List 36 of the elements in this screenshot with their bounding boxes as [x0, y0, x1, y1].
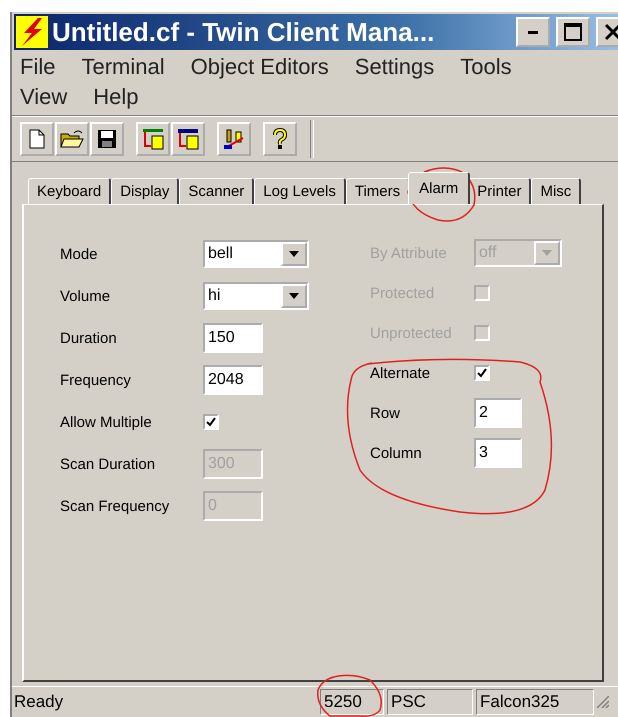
- input-field[interactable]: 2048: [203, 365, 263, 395]
- field-label: Volume: [60, 288, 112, 304]
- field-label: Duration: [60, 330, 118, 346]
- field-label: Alternate: [370, 364, 432, 382]
- dropdown[interactable]: bell: [203, 240, 309, 268]
- input-field[interactable]: 150: [203, 323, 263, 353]
- tab[interactable]: Keyboard: [28, 178, 112, 204]
- field-label: Row: [370, 404, 402, 422]
- tab[interactable]: Display: [111, 178, 180, 204]
- field-label: Scan Duration: [60, 456, 156, 472]
- menu-item[interactable]: View: [20, 84, 68, 110]
- input-field[interactable]: 3: [474, 438, 522, 468]
- field-label: Allow Multiple: [60, 414, 153, 430]
- status-message: Ready: [14, 692, 64, 712]
- menu-item[interactable]: File: [20, 54, 56, 80]
- tab[interactable]: Timers: [346, 178, 410, 204]
- menu-item[interactable]: Help: [93, 84, 139, 110]
- window-title: Untitled.cf - Twin Client Mana...: [52, 16, 436, 48]
- menu-item[interactable]: Settings: [354, 54, 434, 80]
- input-field[interactable]: 2: [474, 398, 522, 428]
- menu-item[interactable]: Terminal: [81, 54, 165, 80]
- dropdown[interactable]: hi: [203, 282, 309, 310]
- field-label: Frequency: [60, 372, 132, 388]
- field-label: Mode: [60, 246, 99, 262]
- status-panel: 5250: [320, 689, 384, 715]
- tab[interactable]: Scanner: [179, 178, 254, 204]
- tab[interactable]: Misc: [531, 178, 582, 204]
- status-panel: PSC: [387, 689, 473, 715]
- menu-item[interactable]: Object Editors: [190, 54, 329, 80]
- menu-item[interactable]: Tools: [460, 54, 512, 80]
- tab[interactable]: Alarm: [408, 172, 470, 204]
- field-label: Scan Frequency: [60, 498, 170, 514]
- field-label: Column: [370, 444, 423, 462]
- tab[interactable]: Printer: [468, 178, 532, 204]
- tab[interactable]: Log Levels: [254, 178, 346, 204]
- status-panel: Falcon325: [476, 689, 594, 715]
